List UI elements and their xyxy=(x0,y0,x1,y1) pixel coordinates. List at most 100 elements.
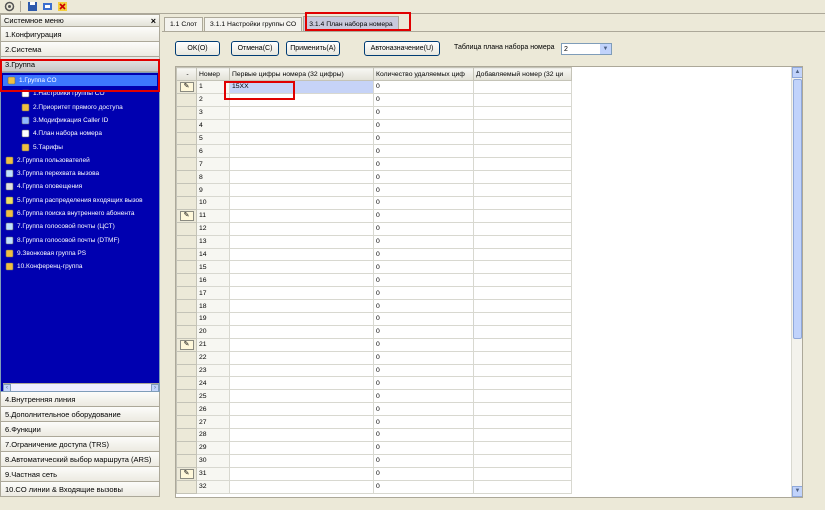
remove-count-cell[interactable]: 0 xyxy=(373,415,474,430)
dial-plan-table-select[interactable]: 2 ▼ xyxy=(561,43,612,55)
tree-item[interactable]: 2.Приоритет прямого доступа xyxy=(21,102,123,113)
table-row[interactable]: 16 0 xyxy=(176,273,794,288)
first-digits-cell[interactable] xyxy=(229,131,374,146)
scroll-down-icon[interactable]: ▼ xyxy=(792,486,802,497)
table-row[interactable]: 25 0 xyxy=(176,389,794,404)
first-digits-column-header[interactable]: Первые цифры номера (32 цифры) xyxy=(229,67,374,81)
first-digits-cell[interactable] xyxy=(229,453,374,468)
tree-item[interactable]: 7.Группа голосовой почты (ЦСТ) xyxy=(5,221,115,232)
table-row[interactable]: 60 xyxy=(176,144,794,159)
added-number-cell[interactable] xyxy=(473,260,572,275)
row-header-cell[interactable] xyxy=(176,92,197,107)
row-header-cell[interactable] xyxy=(176,312,197,326)
table-row[interactable]: ✎ 31 0 xyxy=(176,466,794,481)
row-header-cell[interactable] xyxy=(176,363,197,378)
remove-count-cell[interactable]: 0 xyxy=(373,208,474,223)
row-header-cell[interactable] xyxy=(176,440,197,455)
row-header-cell[interactable] xyxy=(176,247,197,262)
added-number-cell[interactable] xyxy=(473,402,572,417)
tree-item[interactable]: 8.Группа голосовой почты (DTMF) xyxy=(5,235,120,246)
first-digits-cell[interactable] xyxy=(229,247,374,262)
table-row[interactable]: 12 0 xyxy=(176,221,794,236)
added-number-cell[interactable] xyxy=(473,208,572,223)
save-icon[interactable] xyxy=(26,1,38,12)
remove-count-cell[interactable]: 0 xyxy=(373,324,474,339)
tree-item[interactable]: 10.Конференц-группа xyxy=(5,261,83,272)
remove-count-cell[interactable]: 0 xyxy=(373,183,474,198)
added-number-cell[interactable] xyxy=(473,196,572,210)
menu-item[interactable]: 8.Автоматический выбор маршрута (ARS) xyxy=(0,452,160,467)
ok-button[interactable]: OK(O) xyxy=(175,41,220,56)
added-number-cell[interactable] xyxy=(473,363,572,378)
first-digits-cell[interactable] xyxy=(229,466,374,481)
added-number-cell[interactable] xyxy=(473,170,572,185)
table-row[interactable]: 13 0 xyxy=(176,234,794,249)
added-number-cell[interactable] xyxy=(473,312,572,326)
row-header-cell[interactable] xyxy=(176,376,197,391)
chevron-down-icon[interactable]: ▼ xyxy=(600,44,611,54)
row-header-cell[interactable] xyxy=(176,428,197,442)
first-digits-cell[interactable] xyxy=(229,324,374,339)
added-number-cell[interactable] xyxy=(473,428,572,442)
edit-icon[interactable]: ✎ xyxy=(179,339,194,350)
first-digits-cell[interactable] xyxy=(229,389,374,404)
table-row[interactable]: 22 0 xyxy=(176,350,794,365)
first-digits-cell[interactable] xyxy=(229,350,374,365)
first-digits-cell[interactable] xyxy=(229,479,374,494)
menu-item[interactable]: 9.Частная сеть xyxy=(0,467,160,482)
row-header-cell[interactable] xyxy=(176,286,197,301)
row-header-cell[interactable] xyxy=(176,260,197,275)
row-header-cell[interactable] xyxy=(176,402,197,417)
first-digits-cell[interactable] xyxy=(229,234,374,249)
scroll-up-icon[interactable]: ▲ xyxy=(792,67,802,78)
added-number-cell[interactable] xyxy=(473,299,572,314)
table-row[interactable]: 18 0 xyxy=(176,299,794,314)
table-row[interactable]: 20 0 xyxy=(176,324,794,339)
first-digits-cell[interactable] xyxy=(229,144,374,159)
added-number-cell[interactable] xyxy=(473,157,572,172)
remove-count-cell[interactable]: 0 xyxy=(373,286,474,301)
remove-count-cell[interactable]: 0 xyxy=(373,389,474,404)
table-row[interactable]: 30 xyxy=(176,105,794,120)
menu-item[interactable]: 5.Дополнительное оборудование xyxy=(0,407,160,422)
first-digits-cell[interactable] xyxy=(229,170,374,185)
tree-item[interactable]: 2.Группа пользователей xyxy=(5,155,90,166)
table-row[interactable]: 28 0 xyxy=(176,428,794,442)
added-number-cell[interactable] xyxy=(473,273,572,288)
remove-count-cell[interactable]: 0 xyxy=(373,118,474,133)
disconnect-icon[interactable] xyxy=(56,1,68,12)
table-row[interactable]: ✎ 21 0 xyxy=(176,337,794,352)
remove-count-cell[interactable]: 0 xyxy=(373,144,474,159)
tree-item[interactable]: 1.Настройки группы CO xyxy=(21,88,105,99)
dial-plan-grid[interactable]: - Номер Первые цифры номера (32 цифры) К… xyxy=(175,66,803,498)
remove-count-cell[interactable]: 0 xyxy=(373,234,474,249)
row-header-cell[interactable] xyxy=(176,221,197,236)
table-row[interactable]: 15 0 xyxy=(176,260,794,275)
settings-icon[interactable] xyxy=(3,1,15,12)
remove-count-cell[interactable]: 0 xyxy=(373,260,474,275)
first-digits-cell[interactable] xyxy=(229,105,374,120)
added-number-column-header[interactable]: Добавляемый номер (32 ци xyxy=(473,67,572,81)
remove-count-cell[interactable]: 0 xyxy=(373,428,474,442)
added-number-cell[interactable] xyxy=(473,466,572,481)
tree-item[interactable]: 5.Тарифы xyxy=(21,142,63,153)
tab[interactable]: 1.1 Слот xyxy=(164,17,204,31)
table-row[interactable]: 24 0 xyxy=(176,376,794,391)
table-row[interactable]: 40 xyxy=(176,118,794,133)
table-row[interactable]: 14 0 xyxy=(176,247,794,262)
remove-count-cell[interactable]: 0 xyxy=(373,221,474,236)
apply-button[interactable]: Применить(A) xyxy=(286,41,340,56)
cancel-button[interactable]: Отмена(C) xyxy=(231,41,279,56)
row-header-cell[interactable] xyxy=(176,299,197,314)
remove-count-cell[interactable]: 0 xyxy=(373,131,474,146)
added-number-cell[interactable] xyxy=(473,105,572,120)
table-row[interactable]: ✎ 1 15XX 0 xyxy=(176,80,794,94)
added-number-cell[interactable] xyxy=(473,415,572,430)
row-header-cell[interactable] xyxy=(176,183,197,198)
added-number-cell[interactable] xyxy=(473,286,572,301)
first-digits-cell[interactable] xyxy=(229,183,374,198)
table-row[interactable]: ✎ 11 0 xyxy=(176,208,794,223)
added-number-cell[interactable] xyxy=(473,221,572,236)
row-header-cell[interactable] xyxy=(176,157,197,172)
remove-count-cell[interactable]: 0 xyxy=(373,92,474,107)
